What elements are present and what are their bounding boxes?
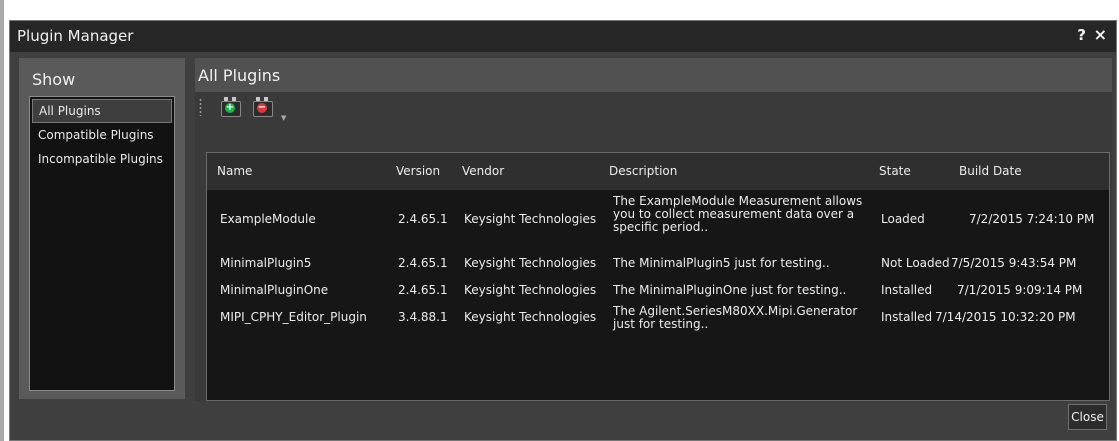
close-button[interactable]: Close [1068,404,1107,430]
plugins-panel-title: All Plugins [198,66,281,85]
show-panel: Show All Plugins Compatible Plugins Inco… [19,58,185,399]
dialog-title: Plugin Manager [17,27,134,45]
cell-description: The ExampleModule Measurement allows you… [613,194,863,234]
cell-vendor: Keysight Technologies [464,256,597,270]
show-item-compatible-plugins[interactable]: Compatible Plugins [32,123,172,147]
cell-version: 3.4.88.1 [398,310,448,324]
plugins-table: Name Version Vendor Description State Bu… [206,152,1110,401]
plugins-toolbar: + − ▼ [195,92,1112,126]
column-header-version[interactable]: Version [396,164,440,178]
column-header-name[interactable]: Name [217,164,252,178]
column-header-build-date[interactable]: Build Date [959,164,1022,178]
cell-build-date: 7/1/2015 9:09:14 PM [957,283,1083,297]
cell-vendor: Keysight Technologies [464,212,597,226]
toolbar-grip[interactable] [199,98,202,116]
cell-version: 2.4.65.1 [398,212,448,226]
add-plugin-button[interactable]: + [219,95,241,117]
close-icon[interactable]: × [1094,25,1107,44]
show-item-incompatible-plugins[interactable]: Incompatible Plugins [32,147,172,171]
cell-description: The MinimalPluginOne just for testing.. [613,283,847,297]
toolbar-overflow-icon[interactable]: ▼ [281,114,286,122]
plugins-panel: All Plugins + − ▼ Name Version Vendor De… [195,58,1112,401]
remove-plugin-icon: − [257,102,267,113]
table-header: Name Version Vendor Description State Bu… [207,153,1109,190]
help-button[interactable]: ? [1077,26,1086,44]
cell-vendor: Keysight Technologies [464,310,597,324]
cell-version: 2.4.65.1 [398,283,448,297]
cell-build-date: 7/2/2015 7:24:10 PM [969,212,1095,226]
remove-plugin-button[interactable]: − [251,95,273,117]
cell-build-date: 7/5/2015 9:43:54 PM [951,256,1077,270]
column-header-state[interactable]: State [879,164,911,178]
add-plugin-icon: + [225,102,235,113]
cell-state: Installed [881,283,933,297]
column-header-description[interactable]: Description [609,164,677,178]
show-panel-title: Show [32,70,76,89]
plugins-panel-header: All Plugins [195,58,1112,92]
show-filter-list: All Plugins Compatible Plugins Incompati… [29,96,175,391]
cell-version: 2.4.65.1 [398,256,448,270]
cell-description: The MinimalPlugin5 just for testing.. [613,256,830,270]
cell-state: Installed [881,310,933,324]
cell-state: Not Loaded [881,256,950,270]
cell-name: MIPI_CPHY_Editor_Plugin [220,310,367,324]
title-bar: Plugin Manager ? × [10,21,1116,52]
cell-name: ExampleModule [220,212,316,226]
cell-name: MinimalPlugin5 [220,256,312,270]
cell-description: The Agilent.SeriesM80XX.Mipi.Generator j… [613,304,858,331]
cell-name: MinimalPluginOne [220,283,329,297]
cell-build-date: 7/14/2015 10:32:20 PM [935,310,1076,324]
column-header-vendor[interactable]: Vendor [462,164,504,178]
plugin-manager-dialog: Plugin Manager ? × Show All Plugins Comp… [9,20,1117,441]
background-window-edge [0,0,4,441]
cell-vendor: Keysight Technologies [464,283,597,297]
show-item-all-plugins[interactable]: All Plugins [32,99,172,123]
cell-state: Loaded [881,212,925,226]
